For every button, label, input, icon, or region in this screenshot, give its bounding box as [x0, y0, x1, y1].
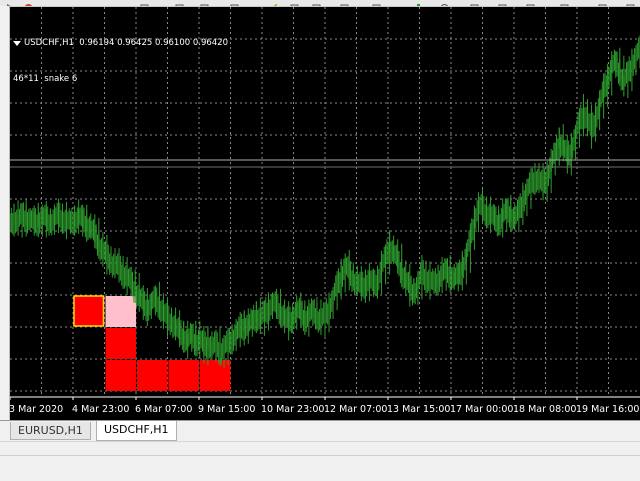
time-label: 4 Mar 23:00 — [72, 404, 129, 415]
chart-tool-icon[interactable] — [200, 0, 209, 6]
chart-window[interactable]: 3 Mar 2020 4 Mar 23:00 6 Mar 07:00 9 Mar 15… — [10, 7, 640, 420]
snake-food-cell — [105, 296, 136, 327]
time-label: 18 Mar 08:00 — [513, 404, 576, 415]
dropdown-arrow-icon[interactable] — [13, 41, 21, 46]
chart-tool-icon[interactable] — [312, 0, 321, 6]
tab-usdchf[interactable]: USDCHF,H1 — [96, 421, 177, 441]
snake-body-cell — [105, 360, 136, 391]
chart-info: USDCHF,H1 0.96194 0.96425 0.96100 0.9642… — [13, 13, 228, 109]
chart-tool-icon[interactable] — [498, 0, 507, 6]
time-label: 19 Mar 16:00 — [576, 404, 639, 415]
chart-tool-icon[interactable] — [598, 0, 607, 6]
status-bar — [0, 441, 640, 456]
bottom-panel — [0, 455, 640, 481]
line-tool-icon[interactable] — [268, 0, 278, 6]
chart-tool-icon[interactable] — [290, 0, 299, 6]
time-axis: 3 Mar 2020 4 Mar 23:00 6 Mar 07:00 9 Mar 15… — [10, 397, 639, 415]
time-label: 13 Mar 15:00 — [387, 404, 450, 415]
add-icon[interactable] — [414, 0, 423, 6]
time-label: 9 Mar 15:00 — [198, 404, 255, 415]
chart-tool-icon[interactable] — [175, 0, 184, 6]
time-label: 3 Mar 2020 — [10, 404, 63, 415]
indicator-info: 46*11 snake 6 — [13, 74, 78, 84]
snake-head-cell — [73, 295, 105, 327]
snake-body-cell — [105, 328, 136, 359]
time-label: 17 Mar 00:00 — [450, 404, 513, 415]
chart-tool-icon[interactable] — [560, 0, 569, 6]
tab-eurusd[interactable]: EURUSD,H1 — [10, 422, 91, 440]
left-panel-edge — [0, 6, 10, 420]
chart-tool-icon[interactable] — [340, 0, 349, 6]
chart-tool-icon[interactable] — [372, 0, 381, 6]
chart-tool-icon[interactable] — [230, 0, 239, 6]
stop-icon[interactable] — [24, 0, 33, 6]
time-label: 10 Mar 23:00 — [261, 404, 324, 415]
play-icon[interactable] — [6, 0, 15, 6]
chart-tool-icon[interactable] — [470, 0, 479, 6]
time-label: 6 Mar 07:00 — [135, 404, 192, 415]
chart-tool-icon[interactable] — [140, 0, 149, 6]
time-label: 12 Mar 07:00 — [324, 404, 387, 415]
chart-tabs: EURUSD,H1 USDCHF,H1 — [0, 420, 640, 442]
snake-body-cell — [137, 360, 168, 391]
symbol-info: USDCHF,H1 0.96194 0.96425 0.96100 0.9642… — [24, 38, 228, 48]
snake-body-cell — [168, 360, 199, 391]
chart-tool-icon[interactable] — [440, 0, 449, 6]
chart-tool-icon[interactable] — [626, 0, 635, 6]
toolbar — [0, 0, 640, 7]
chart-tool-icon[interactable] — [526, 0, 535, 6]
snake-body-cell — [200, 360, 231, 391]
